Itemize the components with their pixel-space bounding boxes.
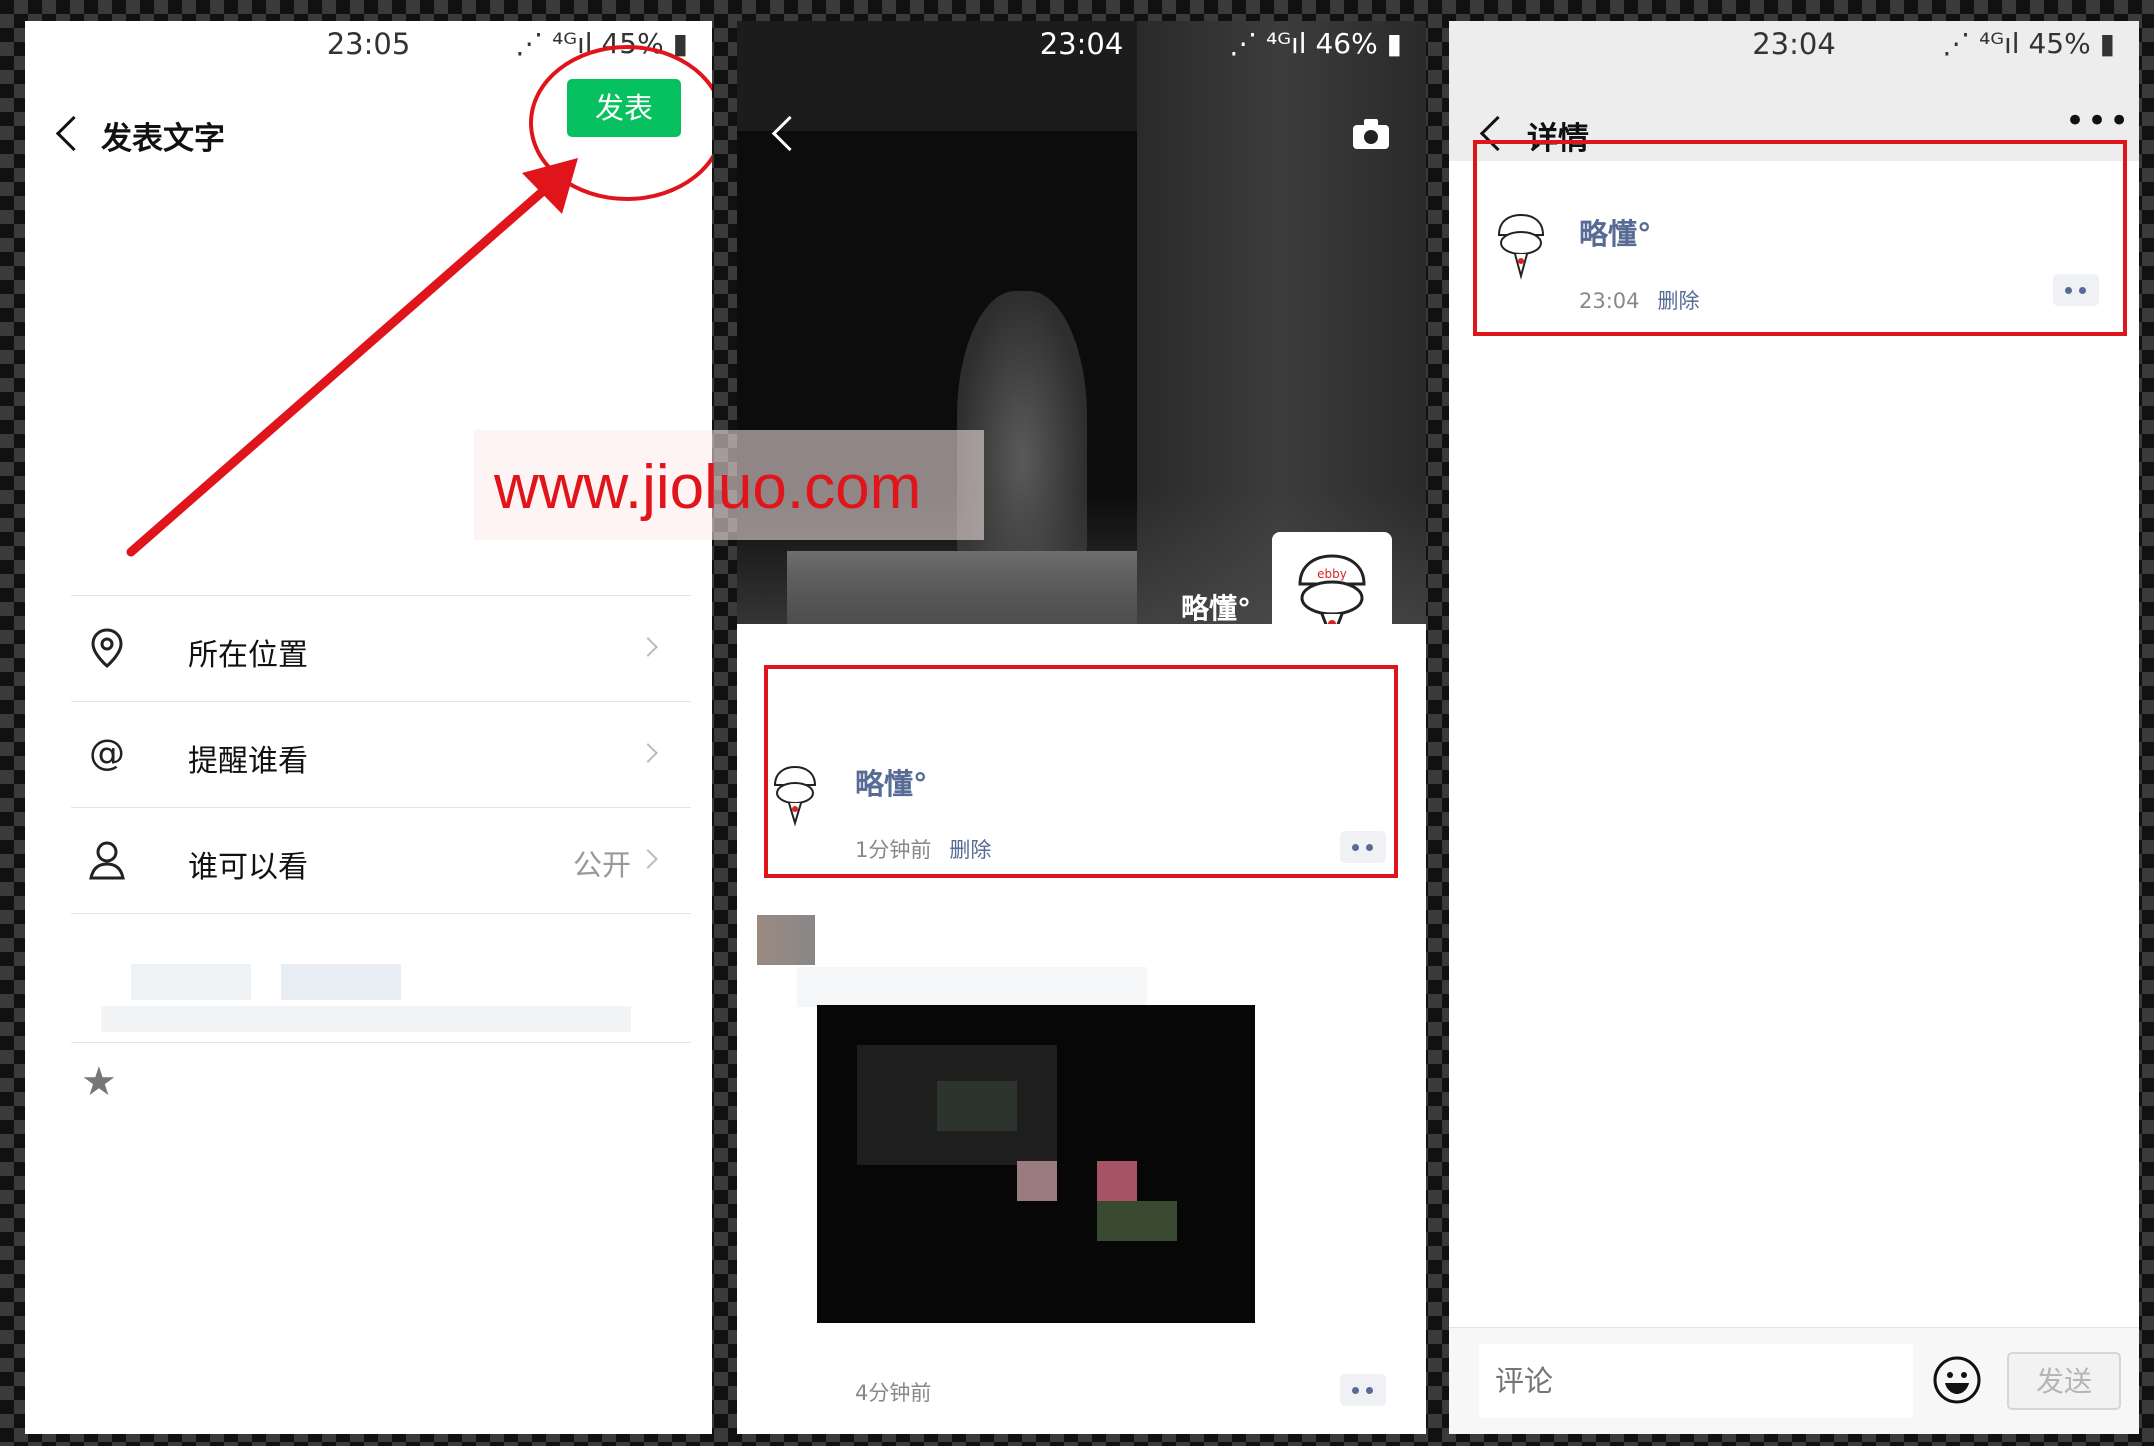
star-icon[interactable]: ★ <box>81 1059 117 1105</box>
chevron-right-icon <box>638 849 658 869</box>
detail-screen: 23:04 ⋰ ⁴ᴳıl 45% ▮ 详情 ••• 略懂° 23:04删除 发送 <box>1449 21 2139 1434</box>
chevron-right-icon <box>638 637 658 657</box>
option-remind[interactable]: @ 提醒谁看 <box>71 701 691 808</box>
status-bar: 23:04 ⋰ ⁴ᴳıl 45% ▮ <box>1449 21 2139 69</box>
watermark-text: www.jioluo.com <box>494 453 922 522</box>
cover-username: 略懂° <box>1181 592 1252 625</box>
comment-bar: 发送 <box>1449 1327 2139 1434</box>
status-bar: 23:04 ⋰ ⁴ᴳıl 46% ▮ <box>737 21 1426 69</box>
svg-text:ebby: ebby <box>1317 567 1347 581</box>
chevron-right-icon <box>638 743 658 763</box>
option-label: 所在位置 <box>188 638 308 673</box>
camera-icon[interactable] <box>1351 117 1391 155</box>
post-time-2: 4分钟前 <box>855 1381 932 1405</box>
status-icons: ⋰ ⁴ᴳıl 45% ▮ <box>1942 27 2115 60</box>
blurred-option <box>71 913 691 1043</box>
blurred-post <box>737 891 1426 1361</box>
option-value: 公开 <box>572 848 631 882</box>
compose-screen: 23:05 ⋰ ⁴ᴳıl 45% ▮ 发表文字 发表 所在位置 @ 提醒谁看 谁… <box>25 21 712 1434</box>
person-icon <box>85 838 129 882</box>
more-menu-icon[interactable]: ••• <box>2065 101 2131 141</box>
status-icons: ⋰ ⁴ᴳıl 46% ▮ <box>1229 27 1402 60</box>
option-visibility[interactable]: 谁可以看 公开 <box>71 807 691 914</box>
more-actions-button-2[interactable] <box>1340 1374 1386 1406</box>
annotation-box <box>1473 140 2127 336</box>
option-label: 谁可以看 <box>188 850 308 885</box>
option-label: 提醒谁看 <box>188 744 308 779</box>
moments-feed-screen: 23:04 ⋰ ⁴ᴳıl 46% ▮ 略懂° ebby 略懂° 1分钟前 删除 4… <box>737 21 1426 1434</box>
at-sign-icon: @ <box>89 733 125 774</box>
comment-input[interactable] <box>1479 1344 1913 1418</box>
annotation-box <box>764 665 1398 878</box>
send-button[interactable]: 发送 <box>2007 1352 2121 1410</box>
location-pin-icon <box>85 626 129 670</box>
emoji-icon[interactable] <box>1932 1355 1982 1405</box>
